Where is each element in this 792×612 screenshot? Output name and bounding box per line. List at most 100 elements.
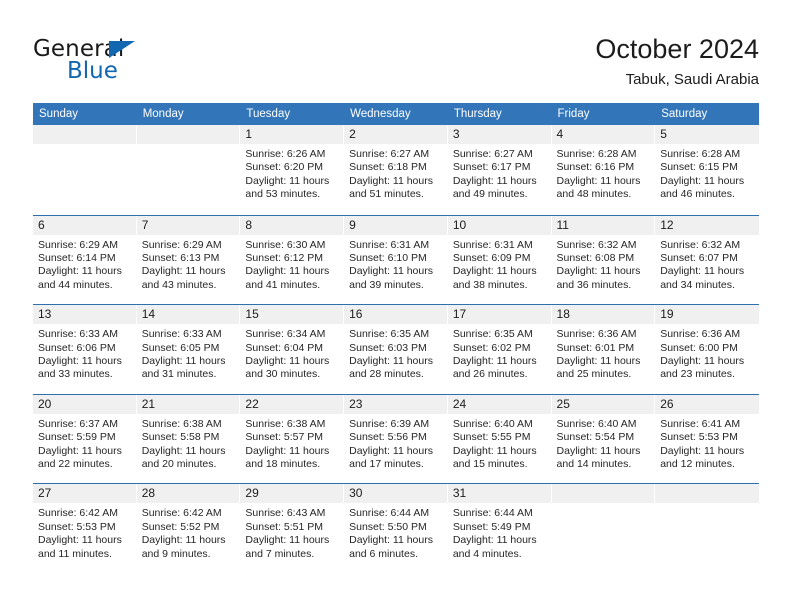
calendar-week-row: 13 Sunrise: 6:33 AM Sunset: 6:06 PM Dayligh… bbox=[33, 304, 759, 394]
day-sun-info: Sunrise: 6:34 AM Sunset: 6:04 PM Daylight:… bbox=[240, 324, 343, 382]
daylight-duration-line1: Daylight: 11 hours bbox=[452, 534, 537, 547]
sunrise-time: Sunrise: 6:41 AM bbox=[660, 417, 741, 430]
day-sun-info: Sunrise: 6:38 AM Sunset: 5:57 PM Daylight:… bbox=[240, 414, 343, 472]
sunrise-time: Sunrise: 6:30 AM bbox=[245, 238, 326, 251]
day-sun-info: Sunrise: 6:28 AM Sunset: 6:16 PM Daylight:… bbox=[552, 144, 655, 202]
weekday-header-sunday: Sunday bbox=[39, 108, 79, 120]
day-sun-info: Sunrise: 6:36 AM Sunset: 6:00 PM Daylight:… bbox=[655, 324, 759, 382]
sunrise-time: Sunrise: 6:31 AM bbox=[349, 238, 430, 251]
calendar-day-cell[interactable]: 30 Sunrise: 6:44 AM Sunset: 5:50 PM Dayligh… bbox=[344, 484, 448, 573]
daylight-duration-line2: and 18 minutes. bbox=[245, 458, 321, 470]
sunrise-time: Sunrise: 6:29 AM bbox=[141, 238, 222, 251]
calendar-day-cell[interactable]: 20 Sunrise: 6:37 AM Sunset: 5:59 PM Dayligh… bbox=[33, 394, 137, 484]
calendar-day-cell[interactable]: 4 Sunrise: 6:28 AM Sunset: 6:16 PM Daylight… bbox=[551, 125, 656, 215]
day-sun-info: Sunrise: 6:32 AM Sunset: 6:07 PM Daylight:… bbox=[655, 235, 759, 293]
calendar-day-cell[interactable]: 6 Sunrise: 6:29 AM Sunset: 6:14 PM Daylight… bbox=[33, 215, 137, 305]
calendar-day-cell-empty bbox=[136, 125, 241, 215]
calendar-day-cell[interactable]: 14 Sunrise: 6:33 AM Sunset: 6:05 PM Dayligh… bbox=[136, 305, 241, 394]
calendar-day-cell[interactable]: 3 Sunrise: 6:27 AM Sunset: 6:17 PM Daylight… bbox=[447, 125, 552, 215]
day-number-band bbox=[136, 125, 240, 144]
day-sun-info: Sunrise: 6:33 AM Sunset: 6:06 PM Daylight:… bbox=[33, 324, 136, 382]
sunrise-time: Sunrise: 6:42 AM bbox=[38, 507, 118, 520]
sunrise-time: Sunrise: 6:32 AM bbox=[556, 238, 637, 251]
day-number-band: 22 bbox=[240, 394, 344, 414]
day-number-band: 10 bbox=[447, 215, 551, 235]
daylight-duration-line2: and 23 minutes. bbox=[660, 368, 735, 381]
sunrise-time: Sunrise: 6:28 AM bbox=[660, 148, 741, 160]
sunrise-time: Sunrise: 6:40 AM bbox=[452, 417, 533, 430]
sunset-time: Sunset: 5:53 PM bbox=[660, 431, 738, 444]
daylight-duration-line1: Daylight: 11 hours bbox=[38, 355, 122, 367]
calendar-day-cell[interactable]: 11 Sunrise: 6:32 AM Sunset: 6:08 PM Dayligh… bbox=[551, 215, 656, 305]
day-sun-info: Sunrise: 6:31 AM Sunset: 6:10 PM Daylight:… bbox=[344, 235, 447, 293]
calendar-day-cell[interactable]: 2 Sunrise: 6:27 AM Sunset: 6:18 PM Daylight… bbox=[344, 125, 448, 215]
calendar-day-cell[interactable]: 8 Sunrise: 6:30 AM Sunset: 6:12 PM Daylight… bbox=[240, 215, 345, 305]
daylight-duration-line2: and 15 minutes. bbox=[452, 458, 528, 470]
daylight-duration-line2: and 41 minutes. bbox=[245, 278, 321, 291]
calendar-day-cell[interactable]: 19 Sunrise: 6:36 AM Sunset: 6:00 PM Dayligh… bbox=[655, 305, 759, 394]
calendar-day-cell[interactable]: 10 Sunrise: 6:31 AM Sunset: 6:09 PM Dayligh… bbox=[447, 215, 552, 305]
day-number-band: 4 bbox=[551, 125, 655, 144]
sunrise-time: Sunrise: 6:33 AM bbox=[141, 328, 222, 341]
calendar-day-cell[interactable]: 9 Sunrise: 6:31 AM Sunset: 6:10 PM Daylight… bbox=[344, 215, 448, 305]
daylight-duration-line1: Daylight: 11 hours bbox=[141, 355, 226, 367]
daylight-duration-line1: Daylight: 11 hours bbox=[245, 265, 330, 278]
daylight-duration-line2: and 11 minutes. bbox=[38, 547, 112, 560]
sunset-time: Sunset: 5:55 PM bbox=[452, 431, 531, 444]
daylight-duration-line2: and 17 minutes. bbox=[349, 458, 424, 470]
sunrise-time: Sunrise: 6:35 AM bbox=[349, 328, 430, 341]
calendar-day-cell[interactable]: 13 Sunrise: 6:33 AM Sunset: 6:06 PM Dayligh… bbox=[33, 305, 137, 394]
weekday-header-tuesday: Tuesday bbox=[246, 108, 291, 120]
calendar-day-cell[interactable]: 27 Sunrise: 6:42 AM Sunset: 5:53 PM Dayligh… bbox=[33, 484, 137, 573]
daylight-duration-line2: and 6 minutes. bbox=[349, 547, 418, 560]
day-number: 21 bbox=[141, 396, 156, 411]
calendar-day-cell[interactable]: 24 Sunrise: 6:40 AM Sunset: 5:55 PM Dayligh… bbox=[447, 394, 552, 484]
calendar-day-cell[interactable]: 28 Sunrise: 6:42 AM Sunset: 5:52 PM Dayligh… bbox=[136, 484, 241, 573]
daylight-duration-line2: and 33 minutes. bbox=[38, 368, 113, 381]
logo-text-blue: Blue bbox=[67, 58, 118, 84]
day-number-band bbox=[33, 125, 136, 144]
calendar-day-cell[interactable]: 17 Sunrise: 6:35 AM Sunset: 6:02 PM Dayligh… bbox=[447, 305, 552, 394]
day-sun-info: Sunrise: 6:32 AM Sunset: 6:08 PM Daylight:… bbox=[552, 235, 655, 293]
weekday-header-thursday: Thursday bbox=[453, 108, 502, 120]
daylight-duration-line1: Daylight: 11 hours bbox=[452, 355, 537, 367]
calendar-day-cell-empty bbox=[33, 125, 137, 215]
calendar-day-cell[interactable]: 15 Sunrise: 6:34 AM Sunset: 6:04 PM Dayligh… bbox=[240, 305, 345, 394]
calendar-day-cell[interactable]: 1 Sunrise: 6:26 AM Sunset: 6:20 PM Daylight… bbox=[240, 125, 345, 215]
calendar-week-row: 6 Sunrise: 6:29 AM Sunset: 6:14 PM Daylight… bbox=[33, 214, 759, 305]
calendar-day-cell[interactable]: 7 Sunrise: 6:29 AM Sunset: 6:13 PM Daylight… bbox=[136, 215, 241, 305]
day-number: 5 bbox=[660, 127, 667, 141]
day-number-band: 25 bbox=[551, 394, 655, 414]
sunset-time: Sunset: 5:58 PM bbox=[141, 431, 220, 444]
sunrise-time: Sunrise: 6:27 AM bbox=[452, 148, 533, 160]
calendar-day-cell-empty bbox=[655, 484, 759, 573]
day-sun-info: Sunrise: 6:42 AM Sunset: 5:52 PM Daylight:… bbox=[137, 503, 240, 561]
calendar-day-cell[interactable]: 16 Sunrise: 6:35 AM Sunset: 6:03 PM Dayligh… bbox=[344, 305, 448, 394]
day-number: 25 bbox=[556, 396, 570, 411]
page-subtitle: Tabuk, Saudi Arabia bbox=[625, 71, 759, 88]
daylight-duration-line1: Daylight: 11 hours bbox=[38, 265, 122, 278]
general-blue-logo[interactable]: General Blue bbox=[33, 37, 213, 85]
calendar-day-cell[interactable]: 23 Sunrise: 6:39 AM Sunset: 5:56 PM Dayligh… bbox=[344, 394, 448, 484]
calendar-day-cell[interactable]: 26 Sunrise: 6:41 AM Sunset: 5:53 PM Dayligh… bbox=[655, 394, 759, 484]
day-sun-info: Sunrise: 6:29 AM Sunset: 6:14 PM Daylight:… bbox=[33, 235, 136, 293]
calendar-day-cell[interactable]: 12 Sunrise: 6:32 AM Sunset: 6:07 PM Dayligh… bbox=[655, 215, 759, 305]
day-sun-info: Sunrise: 6:44 AM Sunset: 5:49 PM Daylight:… bbox=[448, 503, 551, 561]
calendar-day-cell[interactable]: 5 Sunrise: 6:28 AM Sunset: 6:15 PM Daylight… bbox=[655, 125, 759, 215]
day-sun-info: Sunrise: 6:31 AM Sunset: 6:09 PM Daylight:… bbox=[448, 235, 551, 293]
calendar-day-cell[interactable]: 29 Sunrise: 6:43 AM Sunset: 5:51 PM Dayligh… bbox=[240, 484, 345, 573]
calendar-day-cell[interactable]: 22 Sunrise: 6:38 AM Sunset: 5:57 PM Dayligh… bbox=[240, 394, 345, 484]
calendar-day-cell[interactable]: 25 Sunrise: 6:40 AM Sunset: 5:54 PM Dayligh… bbox=[551, 394, 656, 484]
daylight-duration-line1: Daylight: 11 hours bbox=[556, 174, 641, 187]
sunset-time: Sunset: 6:15 PM bbox=[660, 161, 738, 174]
day-number: 1 bbox=[245, 127, 253, 141]
calendar-day-cell[interactable]: 18 Sunrise: 6:36 AM Sunset: 6:01 PM Dayligh… bbox=[551, 305, 656, 394]
day-sun-info: Sunrise: 6:27 AM Sunset: 6:17 PM Daylight:… bbox=[448, 144, 551, 202]
calendar-day-cell[interactable]: 21 Sunrise: 6:38 AM Sunset: 5:58 PM Dayligh… bbox=[136, 394, 241, 484]
day-number-band: 18 bbox=[551, 305, 655, 325]
daylight-duration-line2: and 22 minutes. bbox=[38, 458, 113, 470]
sunset-time: Sunset: 6:12 PM bbox=[245, 252, 324, 264]
day-sun-info: Sunrise: 6:28 AM Sunset: 6:15 PM Daylight:… bbox=[655, 144, 759, 202]
calendar-day-cell[interactable]: 31 Sunrise: 6:44 AM Sunset: 5:49 PM Dayligh… bbox=[447, 484, 552, 573]
day-number-band: 21 bbox=[136, 394, 240, 414]
